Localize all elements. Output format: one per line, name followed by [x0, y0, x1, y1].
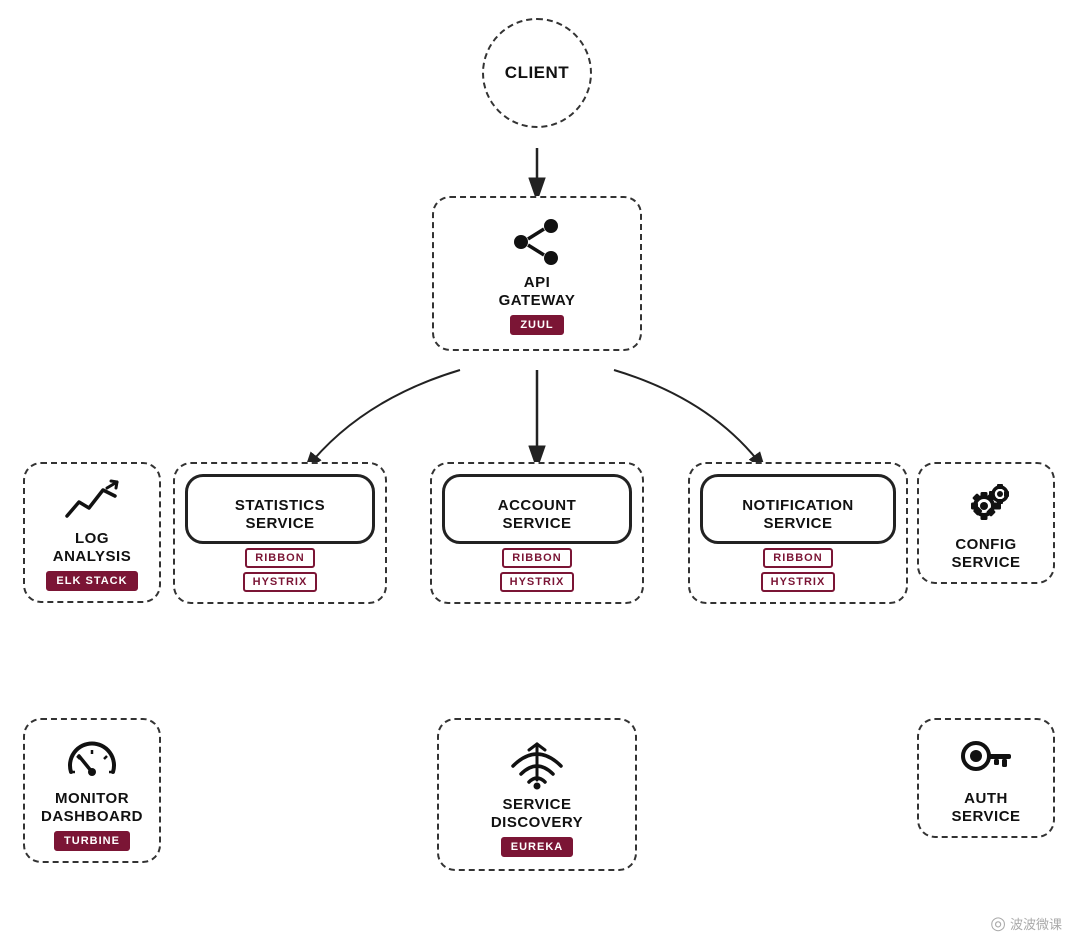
monitor-dashboard-box: MONITOR DASHBOARD TURBINE	[23, 718, 161, 863]
service-discovery-box: SERVICE DISCOVERY EUREKA	[437, 718, 637, 871]
client-circle: CLIENT	[482, 18, 592, 128]
statistics-hystrix-badge: HYSTRIX	[243, 572, 318, 592]
notification-outer: NOTIFICATION SERVICE RIBBON HYSTRIX	[688, 462, 908, 604]
account-hystrix-badge: HYSTRIX	[500, 572, 575, 592]
auth-service-box: AUTH SERVICE	[917, 718, 1055, 838]
key-icon	[958, 734, 1014, 784]
turbine-badge: TURBINE	[54, 831, 130, 851]
notification-hystrix-badge: HYSTRIX	[761, 572, 836, 592]
account-ribbon-badge: RIBBON	[502, 548, 571, 568]
gear-icon	[958, 478, 1014, 530]
monitor-dashboard-node: MONITOR DASHBOARD TURBINE	[18, 718, 166, 863]
watermark: ◎ 波波微课	[990, 913, 1062, 934]
statistics-outer: STATISTICS SERVICE RIBBON HYSTRIX	[173, 462, 387, 604]
monitor-title: MONITOR DASHBOARD	[41, 790, 143, 826]
statistics-title: STATISTICS SERVICE	[235, 497, 325, 533]
api-gateway-box: API GATEWAY ZUUL	[432, 196, 642, 351]
zuul-badge: ZUUL	[510, 315, 563, 335]
chart-icon	[65, 478, 119, 524]
log-analysis-node: LOG ANALYSIS ELK STACK	[18, 462, 166, 603]
notification-service-node: NOTIFICATION SERVICE RIBBON HYSTRIX	[688, 462, 908, 604]
api-gateway-node: API GATEWAY ZUUL	[427, 196, 647, 351]
statistics-inner: STATISTICS SERVICE	[185, 474, 375, 544]
config-service-node: CONFIG SERVICE	[912, 462, 1060, 584]
diagram: CLIENT API GATEWAY ZUUL STATISTI	[0, 0, 1080, 946]
notification-ribbon-badge: RIBBON	[763, 548, 832, 568]
log-analysis-box: LOG ANALYSIS ELK STACK	[23, 462, 161, 603]
account-service-node: ACCOUNT SERVICE RIBBON HYSTRIX	[432, 462, 642, 604]
elk-badge: ELK STACK	[46, 571, 137, 591]
api-gateway-title: API GATEWAY	[499, 274, 576, 310]
client-node: CLIENT	[482, 18, 592, 128]
client-label: CLIENT	[505, 63, 569, 83]
log-analysis-title: LOG ANALYSIS	[53, 530, 131, 566]
service-discovery-title: SERVICE DISCOVERY	[491, 796, 583, 832]
account-title: ACCOUNT SERVICE	[498, 497, 577, 533]
service-discovery-node: SERVICE DISCOVERY EUREKA	[432, 718, 642, 871]
notification-title: NOTIFICATION SERVICE	[742, 497, 854, 533]
speedometer-icon	[65, 734, 119, 784]
config-title: CONFIG SERVICE	[951, 536, 1020, 572]
account-outer: ACCOUNT SERVICE RIBBON HYSTRIX	[430, 462, 644, 604]
auth-service-node: AUTH SERVICE	[912, 718, 1060, 838]
notification-inner: NOTIFICATION SERVICE	[700, 474, 896, 544]
eureka-badge: EUREKA	[501, 837, 573, 857]
config-service-box: CONFIG SERVICE	[917, 462, 1055, 584]
statistics-service-node: STATISTICS SERVICE RIBBON HYSTRIX	[175, 462, 385, 604]
account-inner: ACCOUNT SERVICE	[442, 474, 632, 544]
signal-icon	[509, 736, 565, 790]
share-icon	[511, 216, 563, 268]
auth-title: AUTH SERVICE	[951, 790, 1020, 826]
statistics-ribbon-badge: RIBBON	[245, 548, 314, 568]
